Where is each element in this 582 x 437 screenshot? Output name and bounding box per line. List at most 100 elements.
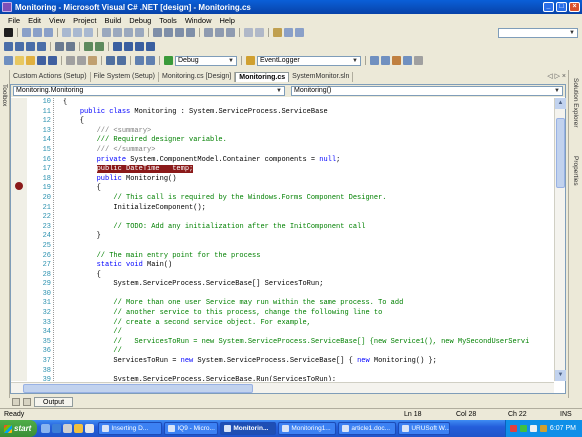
code-line[interactable]: public class Monitoring : System.Service… bbox=[63, 108, 553, 118]
tray-volume-icon[interactable] bbox=[529, 425, 537, 432]
bring-to-front-icon[interactable] bbox=[244, 28, 253, 37]
zoom-combo[interactable]: ▼ bbox=[498, 27, 578, 38]
code-line[interactable]: { bbox=[63, 271, 553, 281]
scroll-up-icon[interactable]: ▲ bbox=[555, 98, 566, 109]
member-combo[interactable]: Monitoring() ▼ bbox=[291, 86, 563, 96]
code-line[interactable] bbox=[63, 367, 553, 377]
task-list-icon[interactable] bbox=[12, 397, 20, 406]
menu-file[interactable]: File bbox=[4, 16, 24, 25]
open-file-icon[interactable] bbox=[26, 56, 35, 65]
menu-build[interactable]: Build bbox=[101, 16, 126, 25]
increase-indent-icon[interactable] bbox=[66, 42, 75, 51]
code-line[interactable]: // More than one user Service may run wi… bbox=[63, 299, 553, 309]
taskbar-button-article[interactable]: article1.doc... bbox=[338, 422, 397, 435]
tray-app-icon[interactable] bbox=[539, 425, 547, 432]
taskbar-button-monitoring[interactable]: Monitorin... bbox=[220, 422, 277, 435]
clear-bookmarks-icon[interactable] bbox=[146, 42, 155, 51]
decrease-indent-icon[interactable] bbox=[55, 42, 64, 51]
code-line[interactable]: // bbox=[63, 328, 553, 338]
horizontal-spacing-icon[interactable] bbox=[153, 28, 162, 37]
code-line[interactable]: InitializeComponent(); bbox=[63, 204, 553, 214]
code-line[interactable]: private System.ComponentModel.Container … bbox=[63, 156, 553, 166]
decrease-spacing-icon[interactable] bbox=[175, 28, 184, 37]
menu-view[interactable]: View bbox=[45, 16, 69, 25]
folder-icon[interactable] bbox=[74, 424, 84, 433]
tab-navigation-buttons[interactable]: ◁ ▷ × bbox=[547, 72, 566, 80]
code-line[interactable]: // The main entry point for the process bbox=[63, 252, 553, 262]
clock[interactable]: 6:07 PM bbox=[550, 425, 576, 432]
code-line[interactable]: public Monitoring() bbox=[63, 175, 553, 185]
previous-bookmark-icon[interactable] bbox=[135, 42, 144, 51]
make-same-width-icon[interactable] bbox=[102, 28, 111, 37]
menu-edit[interactable]: Edit bbox=[24, 16, 45, 25]
show-desktop-icon[interactable] bbox=[41, 424, 51, 433]
tab-systemmonitor-sln[interactable]: SystemMonitor.sln bbox=[289, 72, 354, 82]
code-line[interactable]: System.ServiceProcess.ServiceBase[] Serv… bbox=[63, 280, 553, 290]
vertical-scroll-thumb[interactable] bbox=[556, 118, 565, 188]
class-combo[interactable]: Monitoring.Monitoring ▼ bbox=[13, 86, 285, 96]
code-line[interactable]: // ServicesToRun = new System.ServicePro… bbox=[63, 338, 553, 348]
tab-output[interactable]: Output bbox=[34, 396, 74, 407]
size-to-grid-icon[interactable] bbox=[135, 28, 144, 37]
tab-monitoring-design[interactable]: Monitoring.cs [Design] bbox=[159, 72, 236, 82]
solution-explorer-icon[interactable] bbox=[370, 56, 379, 65]
paste-icon[interactable] bbox=[88, 56, 97, 65]
menu-help[interactable]: Help bbox=[216, 16, 239, 25]
breakpoint-icon[interactable] bbox=[15, 182, 23, 190]
align-middle-icon[interactable] bbox=[73, 28, 82, 37]
display-object-member-list-icon[interactable] bbox=[4, 42, 13, 51]
format-icon[interactable] bbox=[295, 28, 304, 37]
maximize-button[interactable]: □ bbox=[556, 2, 567, 12]
remove-spacing-icon[interactable] bbox=[186, 28, 195, 37]
tab-file-system-setup[interactable]: File System (Setup) bbox=[91, 72, 159, 82]
code-editor[interactable]: Monitoring.Monitoring ▼ Monitoring() ▼ 10 1… bbox=[10, 84, 566, 394]
code-line[interactable]: ServicesToRun = new System.ServiceProces… bbox=[63, 357, 553, 367]
start-button[interactable]: start bbox=[0, 420, 38, 437]
windows-media-icon[interactable] bbox=[85, 424, 95, 433]
code-line[interactable]: { bbox=[63, 98, 553, 108]
make-same-size-icon[interactable] bbox=[124, 28, 133, 37]
complete-word-icon[interactable] bbox=[37, 42, 46, 51]
horizontal-scroll-thumb[interactable] bbox=[23, 384, 253, 393]
toolbox-strip[interactable]: Toolbox bbox=[0, 70, 10, 398]
code-line[interactable]: System.ServiceProcess.ServiceBase.Run(Se… bbox=[63, 376, 553, 381]
horizontal-scrollbar[interactable] bbox=[11, 382, 554, 393]
properties-window-icon[interactable] bbox=[381, 56, 390, 65]
redo-icon[interactable] bbox=[117, 56, 126, 65]
tab-monitoring-cs[interactable]: Monitoring.cs bbox=[235, 72, 290, 82]
tray-alert-icon[interactable] bbox=[509, 425, 517, 432]
outlook-icon[interactable] bbox=[63, 424, 73, 433]
code-line[interactable]: { bbox=[63, 117, 553, 127]
code-line[interactable]: } bbox=[63, 232, 553, 242]
lock-controls-icon[interactable] bbox=[273, 28, 282, 37]
taskbar-button-inserting[interactable]: Inserting D... bbox=[98, 422, 163, 435]
outlining-margin[interactable] bbox=[53, 98, 61, 381]
output-window-icon[interactable] bbox=[23, 397, 31, 406]
save-icon[interactable] bbox=[37, 56, 46, 65]
indicator-margin[interactable] bbox=[11, 98, 27, 381]
code-line[interactable]: static void Main() bbox=[63, 261, 553, 271]
minimize-button[interactable]: _ bbox=[543, 2, 554, 12]
tab-order-icon[interactable] bbox=[284, 28, 293, 37]
code-line[interactable]: // This call is required by the Windows.… bbox=[63, 194, 553, 204]
code-line[interactable]: // TODO: Add any initialization after th… bbox=[63, 223, 553, 233]
align-center-icon[interactable] bbox=[33, 28, 42, 37]
taskbar-button-iq9[interactable]: IQ9 - Micro... bbox=[164, 422, 219, 435]
close-button[interactable]: × bbox=[569, 2, 580, 12]
code-line[interactable]: /// </summary> bbox=[63, 146, 553, 156]
start-icon[interactable] bbox=[164, 56, 173, 65]
copy-icon[interactable] bbox=[77, 56, 86, 65]
center-horizontally-icon[interactable] bbox=[215, 28, 224, 37]
add-new-item-icon[interactable] bbox=[15, 56, 24, 65]
align-left-icon[interactable] bbox=[22, 28, 31, 37]
align-grid-icon[interactable] bbox=[4, 28, 13, 37]
center-vertically-icon[interactable] bbox=[226, 28, 235, 37]
find-combo[interactable]: EventLogger ▼ bbox=[257, 55, 361, 66]
find-in-files-icon[interactable] bbox=[246, 56, 255, 65]
cut-icon[interactable] bbox=[66, 56, 75, 65]
comment-lines-icon[interactable] bbox=[84, 42, 93, 51]
toggle-bookmark-icon[interactable] bbox=[113, 42, 122, 51]
navigate-backward-icon[interactable] bbox=[135, 56, 144, 65]
tray-network-icon[interactable] bbox=[519, 425, 527, 432]
class-view-icon[interactable] bbox=[403, 56, 412, 65]
